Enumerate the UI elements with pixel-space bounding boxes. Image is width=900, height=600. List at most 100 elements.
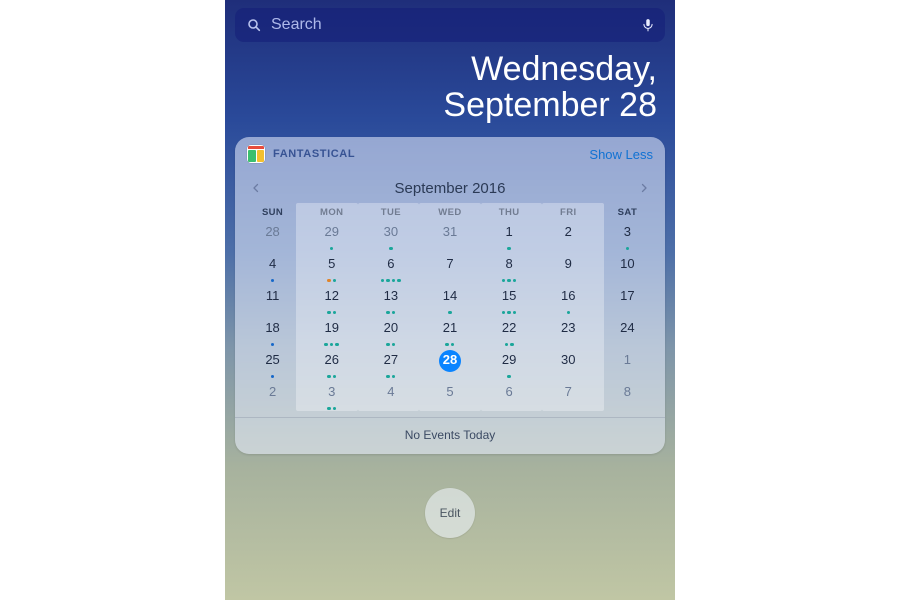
search-placeholder: Search [271,16,641,34]
event-dot [271,375,275,379]
event-dot [392,375,396,379]
event-dot [333,279,337,283]
day-number: 24 [620,317,634,335]
event-dots [361,311,420,315]
calendar-day[interactable]: 31 [420,221,479,253]
calendar-day[interactable]: 2 [243,381,302,413]
day-number: 29 [324,221,338,239]
day-number: 4 [269,253,276,271]
show-less-button[interactable]: Show Less [589,147,653,162]
calendar-day[interactable]: 15 [480,285,539,317]
calendar-day[interactable]: 1 [480,221,539,253]
calendar-day[interactable]: 5 [420,381,479,413]
event-dot [333,311,337,315]
calendar-day[interactable]: 17 [598,285,657,317]
calendar-day[interactable]: 16 [539,285,598,317]
event-dots [302,407,361,411]
event-dot [333,407,337,411]
calendar-day[interactable]: 1 [598,349,657,381]
event-dot [513,279,517,283]
calendar-day[interactable]: 11 [243,285,302,317]
calendar-day[interactable]: 24 [598,317,657,349]
day-header: TUE [361,203,420,221]
day-number: 19 [324,317,338,335]
event-dot [386,311,390,315]
calendar-day[interactable]: 9 [539,253,598,285]
calendar-day[interactable]: 14 [420,285,479,317]
day-number: 23 [561,317,575,335]
calendar-day[interactable]: 21 [420,317,479,349]
event-dots [361,375,420,379]
event-dot [324,343,328,347]
calendar-day[interactable]: 7 [420,253,479,285]
calendar-day[interactable]: 28 [243,221,302,253]
event-dot [389,247,393,251]
search-icon [245,16,263,34]
calendar-day[interactable]: 10 [598,253,657,285]
day-header: SUN [243,203,302,221]
edit-button[interactable]: Edit [425,488,475,538]
calendar-day[interactable]: 26 [302,349,361,381]
day-number: 18 [265,317,279,335]
day-number: 29 [502,349,516,367]
calendar-day[interactable]: 8 [480,253,539,285]
day-headers-row: SUNMONTUEWEDTHUFRISAT [243,203,657,221]
calendar-day[interactable]: 5 [302,253,361,285]
event-dot [333,375,337,379]
calendar-day[interactable]: 2 [539,221,598,253]
prev-month-button[interactable] [245,177,267,199]
calendar-day[interactable]: 23 [539,317,598,349]
calendar-day[interactable]: 12 [302,285,361,317]
calendar-day[interactable]: 30 [539,349,598,381]
event-dot [330,343,334,347]
day-number: 30 [561,349,575,367]
calendar-day[interactable]: 29 [480,349,539,381]
calendar-day[interactable]: 29 [302,221,361,253]
next-month-button[interactable] [633,177,655,199]
event-dot [567,311,571,315]
day-number: 9 [565,253,572,271]
event-dot [513,311,517,315]
calendar-day[interactable]: 8 [598,381,657,413]
event-dots [420,311,479,315]
day-number: 22 [502,317,516,335]
event-dots [480,343,539,347]
calendar-day[interactable]: 18 [243,317,302,349]
day-number: 31 [443,221,457,239]
calendar-day[interactable]: 6 [480,381,539,413]
calendar-day[interactable]: 22 [480,317,539,349]
month-navigation: September 2016 [235,171,665,203]
microphone-icon[interactable] [641,16,655,34]
calendar-day[interactable]: 30 [361,221,420,253]
event-dot [392,279,396,283]
event-dot [505,343,509,347]
day-number: 25 [265,349,279,367]
date-line1: Wednesday, [235,52,657,88]
widget-header: FANTASTICAL Show Less [235,137,665,171]
calendar-day[interactable]: 3 [598,221,657,253]
day-number: 8 [506,253,513,271]
day-number: 7 [446,253,453,271]
calendar-day[interactable]: 6 [361,253,420,285]
event-dot [448,311,452,315]
day-number: 30 [384,221,398,239]
calendar-day[interactable]: 20 [361,317,420,349]
calendar-day[interactable]: 19 [302,317,361,349]
day-number: 7 [565,381,572,399]
calendar-day[interactable]: 25 [243,349,302,381]
calendar-day[interactable]: 3 [302,381,361,413]
phone-screen: Search Wednesday, September 28 FANTASTIC… [225,0,675,600]
event-dot [327,279,331,283]
day-number: 4 [387,381,394,399]
calendar-day[interactable]: 28 [420,349,479,381]
calendar-day[interactable]: 13 [361,285,420,317]
day-number: 20 [384,317,398,335]
event-dot [335,343,339,347]
calendar-day[interactable]: 7 [539,381,598,413]
calendar-day[interactable]: 27 [361,349,420,381]
calendar-day[interactable]: 4 [361,381,420,413]
event-dots [302,343,361,347]
day-number: 14 [443,285,457,303]
calendar-day[interactable]: 4 [243,253,302,285]
search-bar[interactable]: Search [235,8,665,42]
